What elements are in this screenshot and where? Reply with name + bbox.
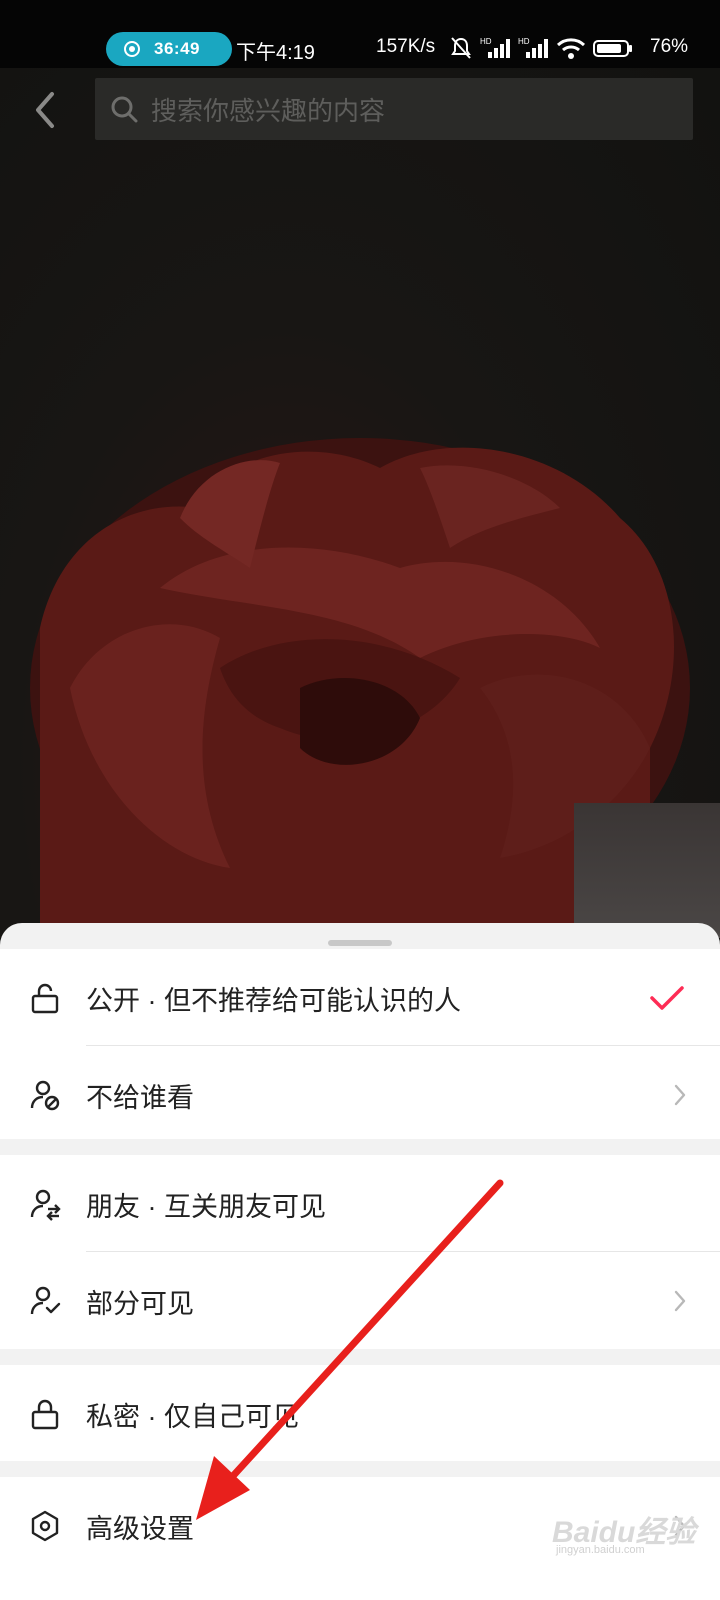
option-label: 不给谁看 — [86, 1082, 194, 1113]
option-hide-from[interactable]: 不给谁看 — [0, 1046, 720, 1144]
svg-text:HD: HD — [480, 37, 492, 46]
option-partial[interactable]: 部分可见 — [0, 1252, 720, 1350]
option-label: 公开 · 但不推荐给可能认识的人 — [86, 985, 461, 1016]
screen-recording-pill[interactable]: 36:49 — [106, 32, 232, 66]
privacy-settings-sheet: 公开 · 但不推荐给可能认识的人 不给谁看 朋友 · 互关朋友可见 部分可见 私… — [0, 923, 720, 1600]
battery-icon — [593, 40, 632, 57]
search-placeholder: 搜索你感兴趣的内容 — [151, 95, 386, 126]
mute-bell-icon — [451, 37, 471, 59]
network-speed: 157K/s — [376, 36, 436, 57]
status-bar: 36:49 下午4:19 157K/s HD HD 76% — [0, 0, 720, 68]
recording-time: 36:49 — [154, 39, 200, 58]
option-label: 私密 · 仅自己可见 — [86, 1401, 299, 1432]
option-public[interactable]: 公开 · 但不推荐给可能认识的人 — [0, 949, 720, 1047]
checkmark-icon — [650, 986, 684, 1010]
option-label: 朋友 · 互关朋友可见 — [86, 1191, 326, 1222]
hexagon-settings-icon — [31, 1510, 59, 1542]
search-bar[interactable]: 搜索你感兴趣的内容 — [95, 78, 693, 140]
sheet-drag-handle[interactable] — [328, 940, 392, 946]
chevron-right-icon — [674, 1290, 686, 1312]
option-label: 部分可见 — [86, 1288, 194, 1319]
public-options-group: 公开 · 但不推荐给可能认识的人 不给谁看 — [0, 949, 720, 1139]
signal-hd-1-icon: HD — [480, 37, 510, 58]
wifi-icon — [556, 38, 586, 59]
battery-percent: 76% — [650, 36, 689, 57]
status-clock: 下午4:19 — [236, 42, 315, 64]
background-photo — [0, 68, 720, 938]
chevron-left-icon — [36, 92, 54, 128]
user-block-icon — [30, 1080, 60, 1111]
svg-text:HD: HD — [518, 37, 530, 46]
chevron-right-icon — [674, 1084, 686, 1106]
friends-options-group: 朋友 · 互关朋友可见 部分可见 — [0, 1155, 720, 1349]
private-options-group: 私密 · 仅自己可见 — [0, 1365, 720, 1461]
blurred-floating-widget — [574, 803, 720, 938]
back-button[interactable] — [26, 88, 66, 132]
unlock-icon — [31, 983, 59, 1014]
signal-hd-2-icon: HD — [518, 37, 548, 58]
status-icons: HD HD — [448, 36, 634, 60]
option-friends[interactable]: 朋友 · 互关朋友可见 — [0, 1155, 720, 1253]
watermark-url: jingyan.baidu.com — [556, 1544, 645, 1556]
option-label: 高级设置 — [86, 1513, 194, 1544]
mutual-friends-icon — [30, 1189, 61, 1221]
record-icon — [124, 41, 140, 57]
user-check-icon — [30, 1286, 61, 1315]
lock-icon — [31, 1399, 59, 1430]
search-icon — [111, 96, 138, 123]
option-private[interactable]: 私密 · 仅自己可见 — [0, 1365, 720, 1463]
